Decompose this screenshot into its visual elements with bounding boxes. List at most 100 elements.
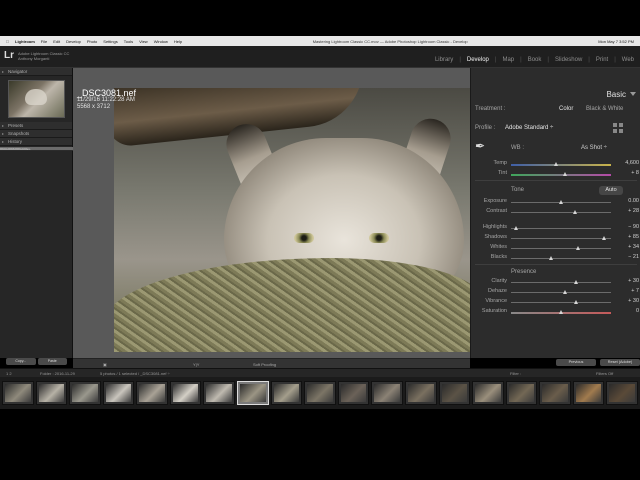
wb-dropdown[interactable]: As Shot ÷ [581, 145, 607, 151]
slider-knob[interactable] [601, 236, 606, 240]
menu-settings[interactable]: Settings [103, 39, 117, 44]
copy-button[interactable]: Copy... [6, 358, 36, 365]
menu-help[interactable]: Help [174, 39, 182, 44]
tone-auto-button[interactable]: Auto [599, 186, 623, 195]
loupe-view-icon[interactable]: ▣ [103, 362, 107, 367]
profile-browser-grid-icon[interactable] [613, 123, 623, 133]
filmstrip-thumbnail[interactable] [304, 381, 336, 405]
filmstrip-thumbnail[interactable] [69, 381, 101, 405]
module-slideshow[interactable]: Slideshow [555, 57, 582, 63]
apple-icon[interactable]:  [6, 39, 9, 44]
filmstrip-thumbnail[interactable] [270, 381, 303, 405]
filmstrip-thumbnail[interactable] [404, 381, 437, 405]
slider-knob[interactable] [558, 309, 563, 314]
presets-header[interactable]: Presets [0, 122, 72, 130]
slider-shadows[interactable]: Shadows + 85 [471, 234, 640, 242]
navigator-header[interactable]: Navigator [0, 68, 72, 76]
slider-value[interactable]: + 30 [613, 298, 639, 304]
slider-value[interactable]: + 85 [613, 234, 639, 240]
slider-vibrance[interactable]: Vibrance + 30 [471, 298, 640, 306]
filter-dropdown[interactable]: Filters Off [596, 371, 613, 376]
slider-saturation[interactable]: Saturation 0 [471, 308, 640, 316]
filmstrip-thumbnail[interactable] [102, 381, 135, 405]
slider-value[interactable]: + 34 [613, 244, 639, 250]
slider-knob[interactable] [562, 290, 567, 294]
slider-knob[interactable] [558, 200, 563, 204]
slider-whites[interactable]: Whites + 34 [471, 244, 640, 252]
menu-lightroom[interactable]: Lightroom [15, 39, 35, 44]
slider-knob[interactable] [513, 226, 518, 230]
slider-knob[interactable] [562, 171, 567, 176]
menu-tools[interactable]: Tools [124, 39, 133, 44]
slider-track[interactable] [511, 246, 611, 250]
slider-value[interactable]: − 21 [613, 254, 639, 260]
slider-knob[interactable] [553, 161, 558, 166]
module-library[interactable]: Library [435, 57, 453, 63]
reset-button[interactable]: Reset (Adobe) [600, 359, 640, 366]
slider-knob[interactable] [575, 246, 580, 250]
filmstrip-thumbnail[interactable] [572, 381, 605, 405]
filmstrip-thumbnail[interactable] [438, 381, 471, 405]
collapse-triangle-icon[interactable] [630, 92, 636, 96]
slider-value[interactable]: + 28 [613, 208, 639, 214]
module-print[interactable]: Print [596, 57, 608, 63]
navigator-preview[interactable] [8, 80, 65, 118]
slider-value[interactable]: + 7 [613, 288, 639, 294]
slider-value[interactable]: − 90 [613, 224, 639, 230]
slider-track[interactable] [511, 256, 611, 260]
before-after-toggle[interactable]: Y|Y [193, 362, 199, 367]
slider-track[interactable] [511, 171, 611, 176]
wb-eyedropper-icon[interactable]: ✒ [475, 139, 491, 155]
module-book[interactable]: Book [528, 57, 542, 63]
treatment-bw-button[interactable]: Black & White [586, 106, 623, 112]
slider-value[interactable]: + 8 [613, 170, 639, 176]
slider-value[interactable]: 0 [613, 308, 639, 314]
filmstrip-thumbnail[interactable] [237, 381, 269, 405]
menu-photo[interactable]: Photo [87, 39, 97, 44]
module-map[interactable]: Map [502, 57, 514, 63]
slider-knob[interactable] [572, 210, 577, 214]
slider-knob[interactable] [573, 280, 578, 284]
filmstrip-thumbnail[interactable] [203, 381, 236, 405]
history-header[interactable]: History [0, 138, 72, 146]
menu-window[interactable]: Window [154, 39, 168, 44]
filmstrip-thumbnail[interactable] [505, 381, 538, 405]
slider-track[interactable] [511, 161, 611, 166]
slider-track[interactable] [511, 309, 611, 314]
filmstrip-thumbnail[interactable] [337, 381, 370, 405]
slider-tint[interactable]: Tint + 8 [471, 170, 640, 178]
slider-track[interactable] [511, 280, 611, 284]
slider-contrast[interactable]: Contrast + 28 [471, 208, 640, 216]
paste-button[interactable]: Paste [37, 358, 67, 365]
filmstrip-monitor-icons[interactable]: 1 2 [6, 371, 12, 376]
slider-track[interactable] [511, 226, 611, 230]
filmstrip-source[interactable]: Folder : 2016-11-29 [40, 371, 75, 376]
filmstrip-thumbnail[interactable] [539, 381, 571, 405]
slider-track[interactable] [511, 300, 611, 304]
menu-view[interactable]: View [139, 39, 148, 44]
filmstrip-thumbnail[interactable] [472, 381, 504, 405]
treatment-color-button[interactable]: Color [559, 106, 573, 112]
slider-value[interactable]: + 30 [613, 278, 639, 284]
lynx-photo[interactable] [114, 88, 470, 352]
filmstrip-thumbnail[interactable] [2, 381, 34, 405]
slider-track[interactable] [511, 200, 611, 204]
slider-value[interactable]: 4,600 [613, 160, 639, 166]
slider-value[interactable]: 0.00 [613, 198, 639, 204]
filmstrip-thumbnail[interactable] [136, 381, 168, 405]
basic-panel-title[interactable]: Basic [606, 90, 626, 99]
slider-track[interactable] [511, 210, 611, 214]
filmstrip-thumbnail[interactable] [169, 381, 202, 405]
module-web[interactable]: Web [622, 57, 634, 63]
slider-track[interactable] [511, 290, 611, 294]
filmstrip-thumbnail[interactable] [606, 381, 638, 405]
slider-dehaze[interactable]: Dehaze + 7 [471, 288, 640, 296]
menu-develop[interactable]: Develop [66, 39, 81, 44]
slider-exposure[interactable]: Exposure 0.00 [471, 198, 640, 206]
slider-knob[interactable] [573, 300, 578, 304]
module-develop[interactable]: Develop [467, 57, 489, 63]
image-canvas[interactable]: _DSC3081.nef 11/29/16 11:22:28 AM 5568 x… [73, 68, 470, 358]
slider-clarity[interactable]: Clarity + 30 [471, 278, 640, 286]
profile-dropdown[interactable]: Adobe Standard ÷ [505, 125, 553, 131]
slider-track[interactable] [511, 236, 611, 240]
